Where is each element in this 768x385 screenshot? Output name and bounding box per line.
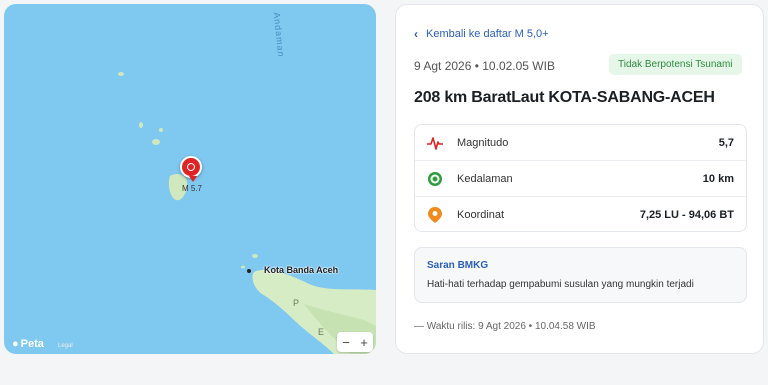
map-brand: ● Peta (12, 338, 44, 350)
map-brand-label: Peta (20, 338, 44, 350)
stat-row-magnitude: Magnitudo 5,7 (415, 125, 746, 161)
release-time: — Waktu rilis: 9 Agt 2026 • 10.04.58 WIB (414, 321, 596, 332)
stat-label: Koordinat (457, 209, 505, 221)
stats-table: Magnitudo 5,7 Kedalaman 10 km Koordinat … (414, 124, 747, 232)
earthquake-detail-page: P E Andaman M 5.7 Kota Banda Aceh ● Peta… (0, 0, 768, 385)
stat-label: Magnitudo (457, 136, 509, 149)
stat-value: 10 km (702, 172, 734, 185)
apple-logo-icon: ● (12, 338, 19, 350)
zoom-in-button[interactable]: + (360, 335, 368, 350)
zoom-controls: − + (337, 332, 373, 352)
map-legal-link[interactable]: Legal (58, 343, 73, 349)
stat-label: Kedalaman (457, 172, 513, 185)
back-link[interactable]: ‹ Kembali ke daftar M 5,0+ (414, 27, 549, 41)
advice-title: Saran BMKG (427, 260, 489, 271)
target-icon (427, 171, 443, 187)
marker-label: M 5.7 (182, 184, 203, 193)
stat-value: 7,25 LU - 94,06 BT (639, 209, 734, 221)
stat-row-coordinates: Koordinat 7,25 LU - 94,06 BT (415, 197, 746, 233)
svg-text:P: P (293, 298, 299, 308)
tsunami-status-badge: Tidak Berpotensi Tsunami (609, 54, 742, 75)
back-link-label: Kembali ke daftar M 5,0+ (426, 28, 549, 40)
svg-text:E: E (318, 327, 324, 337)
earthquake-detail-card: ‹ Kembali ke daftar M 5,0+ 9 Agt 2026 • … (395, 4, 764, 354)
city-dot-icon (247, 269, 251, 273)
city-label: Kota Banda Aceh (264, 265, 339, 275)
event-location-title: 208 km BaratLaut KOTA-SABANG-ACEH (414, 89, 715, 106)
bmkg-advice-box: Saran BMKG Hati-hati terhadap gempabumi … (414, 247, 747, 303)
event-datetime: 9 Agt 2026 • 10.02.05 WIB (414, 59, 555, 73)
chevron-left-icon: ‹ (414, 27, 418, 41)
location-pin-icon (427, 207, 443, 223)
stat-value: 5,7 (718, 136, 734, 149)
stat-row-depth: Kedalaman 10 km (415, 161, 746, 197)
earthquake-map[interactable]: P E Andaman M 5.7 Kota Banda Aceh ● Peta… (4, 4, 376, 354)
advice-text: Hati-hati terhadap gempabumi susulan yan… (427, 279, 694, 290)
pulse-icon (427, 135, 443, 151)
epicenter-marker[interactable] (180, 156, 202, 182)
zoom-out-button[interactable]: − (342, 335, 350, 350)
epicenter-icon (187, 163, 195, 171)
